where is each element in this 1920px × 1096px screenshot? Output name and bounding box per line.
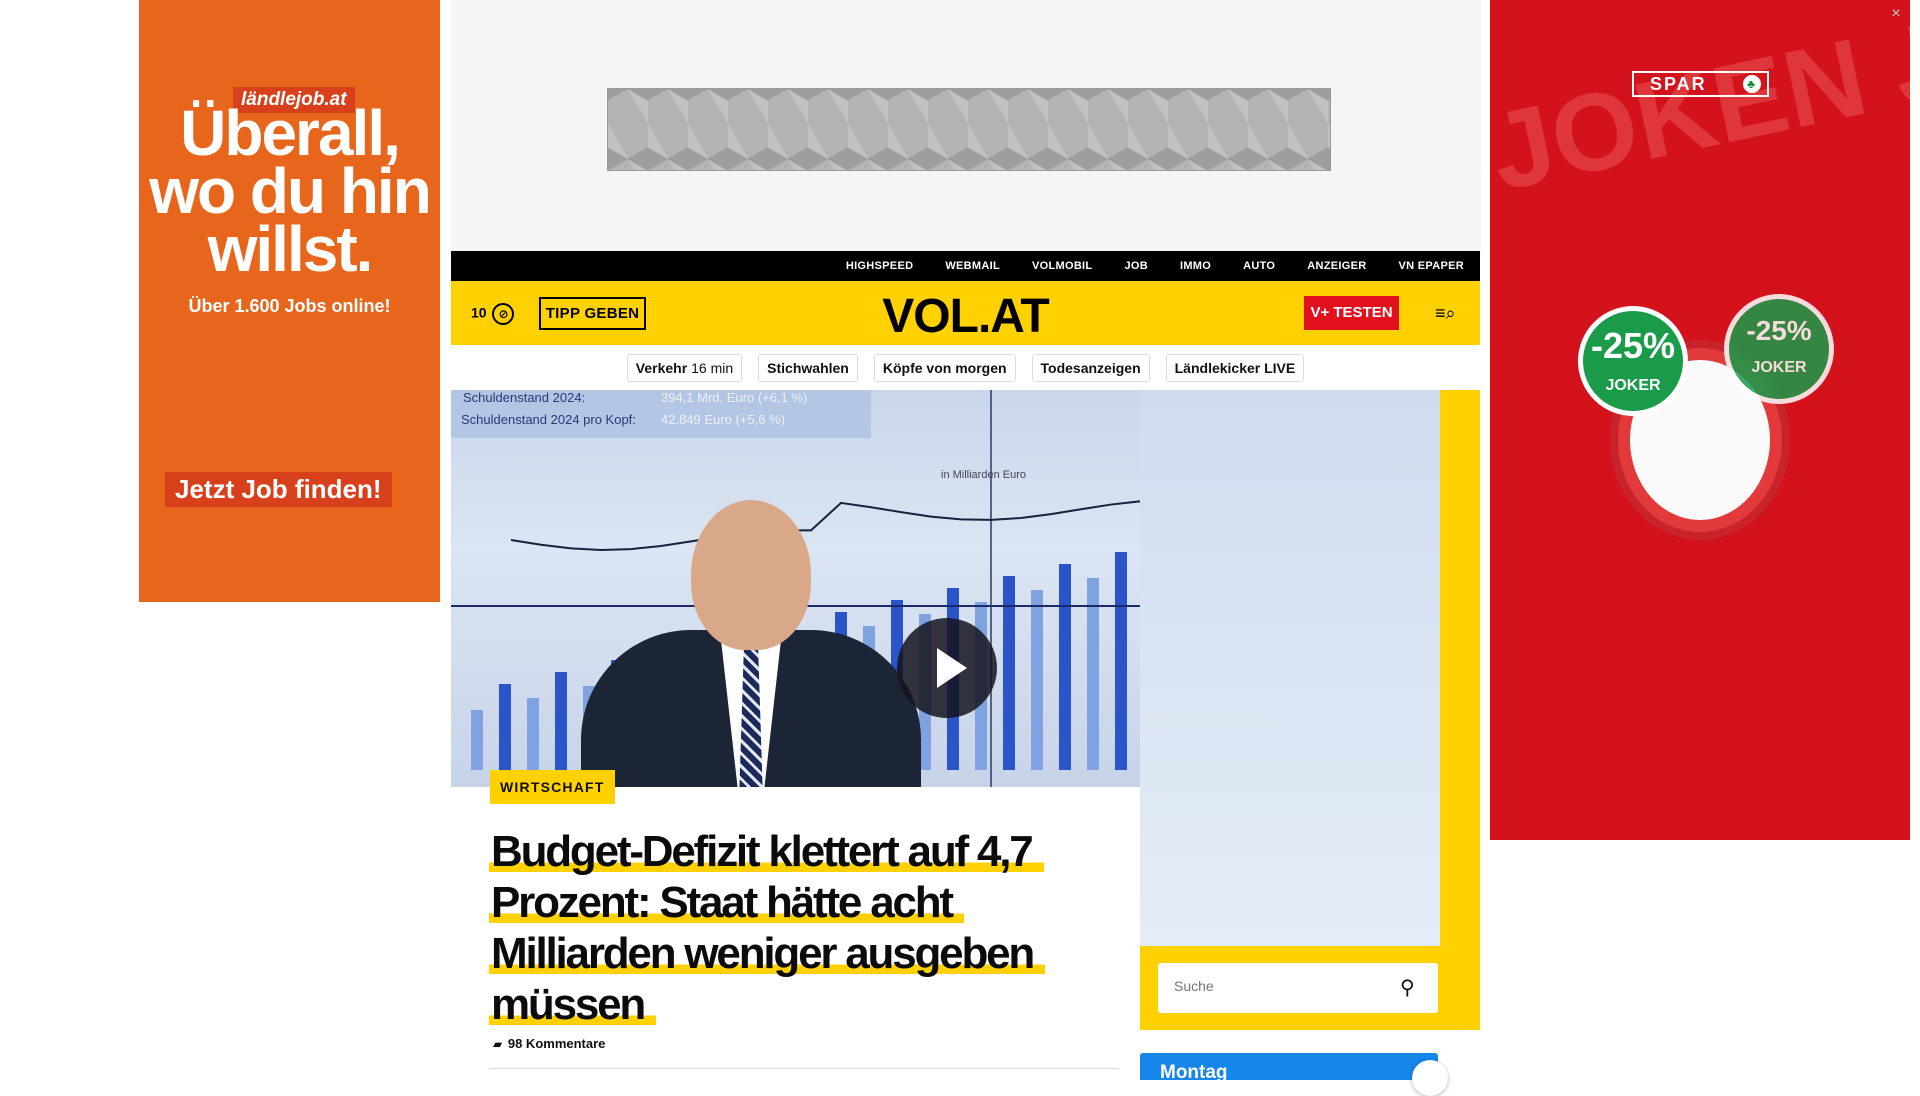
left-advertisement[interactable]: ländlejob.at Überall, wo du hin willst. … <box>139 0 440 602</box>
weather-icon: ⊘ <box>492 303 515 325</box>
nav-link-job[interactable]: JOB <box>1124 260 1148 272</box>
nav-link-anzeiger[interactable]: ANZEIGER <box>1307 260 1366 272</box>
comments-link[interactable]: ▰ 98 Kommentare <box>493 1036 605 1051</box>
weather-card[interactable]: Montag <box>1140 1053 1438 1080</box>
quicklink-meta: 16 min <box>691 359 734 376</box>
joker-badge: -25% JOKER <box>1724 294 1834 404</box>
chart-row2-label: Schuldenstand 2024 pro Kopf: <box>461 412 636 427</box>
temperature-value: 10 <box>471 304 487 321</box>
quicklink-koepfe-von-morgen[interactable]: Köpfe von morgen <box>873 353 1016 382</box>
close-icon[interactable]: × <box>1888 6 1904 22</box>
joker-badge-value: -25% <box>1746 315 1812 346</box>
quicklink-label: Köpfe von morgen <box>882 359 1007 376</box>
ad-headline-line: willst. <box>207 213 374 285</box>
chart-unit-label: in Milliarden Euro <box>941 469 1026 481</box>
comments-count: 98 Kommentare <box>507 1036 606 1051</box>
quicklink-label: Ländlekicker LIVE <box>1174 359 1296 376</box>
temperature-widget[interactable]: 10 ⊘ <box>471 303 515 325</box>
weather-day: Montag <box>1160 1062 1228 1080</box>
chart-row2-value: 42.849 Euro (+5,6 %) <box>661 412 785 427</box>
service-nav: HIGHSPEED WEBMAIL VOLMOBIL JOB IMMO AUTO… <box>451 251 1480 281</box>
nav-link-immo[interactable]: IMMO <box>1180 260 1211 272</box>
quicklink-stichwahlen[interactable]: Stichwahlen <box>758 353 858 382</box>
weather-next-button[interactable] <box>1412 1060 1448 1096</box>
nav-link-auto[interactable]: AUTO <box>1243 260 1275 272</box>
quicklink-label: Todesanzeigen <box>1040 359 1141 376</box>
article-title-line: müssen <box>489 980 657 1029</box>
divider <box>489 1068 1119 1069</box>
nav-link-highspeed[interactable]: HIGHSPEED <box>846 260 914 272</box>
spar-logo: SPAR ♣ <box>1632 71 1769 97</box>
joker-badge-value: -25% <box>1590 325 1676 366</box>
ad-headline-line: Überall, <box>180 97 401 169</box>
sidebar-image <box>1140 390 1440 946</box>
search-box: ⚲ <box>1158 963 1438 1013</box>
nav-link-volmobil[interactable]: VOLMOBIL <box>1032 260 1092 272</box>
comment-icon: ▰ <box>493 1037 503 1051</box>
top-banner-area <box>451 0 1481 251</box>
article-title[interactable]: Budget-Defizit klettert auf 4,7 Prozent:… <box>489 826 1109 1030</box>
search-input[interactable] <box>1174 978 1384 994</box>
article-title-line: Milliarden weniger ausgeben <box>489 929 1046 978</box>
chart-row1-value: 394,1 Mrd. Euro (+6,1 %) <box>661 390 807 405</box>
site-header: 10 ⊘ TIPP GEBEN VOL.AT V+ TESTEN ≡⌕ <box>451 281 1480 345</box>
chart-bar <box>555 672 567 770</box>
top-banner-placeholder[interactable] <box>607 88 1331 171</box>
ad-headline: Überall, wo du hin willst. <box>139 97 440 285</box>
chart-bar <box>499 684 511 770</box>
joker-badge-label: JOKER <box>1751 359 1807 376</box>
speaker-photo <box>581 500 921 787</box>
right-advertisement[interactable]: JOKEN JOKEN JOKEN SPAR ♣ -25% JOKER -25%… <box>1490 0 1910 840</box>
ad-cta-button[interactable]: Jetzt Job finden! <box>165 472 392 507</box>
joker-badge-label: JOKER <box>1605 377 1661 394</box>
chart-bar <box>527 698 539 770</box>
hero-video[interactable]: Schuldenstand 2024: 394,1 Mrd. Euro (+6,… <box>451 390 1140 787</box>
chart-row1-label: Schuldenstand 2024: <box>463 390 585 405</box>
quicklink-laendlekicker-live[interactable]: Ländlekicker LIVE <box>1165 353 1305 382</box>
ad-headline-line: wo du hin <box>149 155 432 227</box>
chart-bar <box>1059 564 1071 770</box>
joker-badge: -25% JOKER <box>1578 306 1688 416</box>
nav-link-webmail[interactable]: WEBMAIL <box>945 260 1000 272</box>
chart-bar <box>1031 590 1043 770</box>
chart-bar <box>471 710 483 770</box>
quicklink-todesanzeigen[interactable]: Todesanzeigen <box>1031 353 1150 382</box>
quicklink-verkehr[interactable]: Verkehr 16 min <box>626 353 743 382</box>
quicklinks-bar: Verkehr 16 min Stichwahlen Köpfe von morg… <box>451 345 1480 390</box>
spar-tree-icon: ♣ <box>1743 75 1761 93</box>
quicklink-label: Stichwahlen <box>767 359 849 376</box>
search-icon[interactable]: ⚲ <box>1400 975 1415 1000</box>
quicklink-label: Verkehr <box>635 359 688 376</box>
play-icon[interactable] <box>897 618 997 718</box>
nav-link-vn-epaper[interactable]: VN EPAPER <box>1399 260 1464 272</box>
spar-logo-text: SPAR <box>1650 74 1707 94</box>
category-badge[interactable]: WIRTSCHAFT <box>490 770 615 804</box>
article-title-line: Budget-Defizit klettert auf 4,7 <box>489 827 1044 876</box>
vplus-test-button[interactable]: V+ TESTEN <box>1304 296 1399 330</box>
article-title-line: Prozent: Staat hätte acht <box>489 878 964 927</box>
menu-search-icon[interactable]: ≡⌕ <box>1435 303 1461 323</box>
speaker-head <box>691 500 811 650</box>
chart-bar <box>1115 552 1127 770</box>
tipp-geben-button[interactable]: TIPP GEBEN <box>539 297 646 330</box>
ad-background-text: JOKEN JOKEN JOKEN <box>1490 0 1910 215</box>
ad-subline: Über 1.600 Jobs online! <box>188 296 391 316</box>
